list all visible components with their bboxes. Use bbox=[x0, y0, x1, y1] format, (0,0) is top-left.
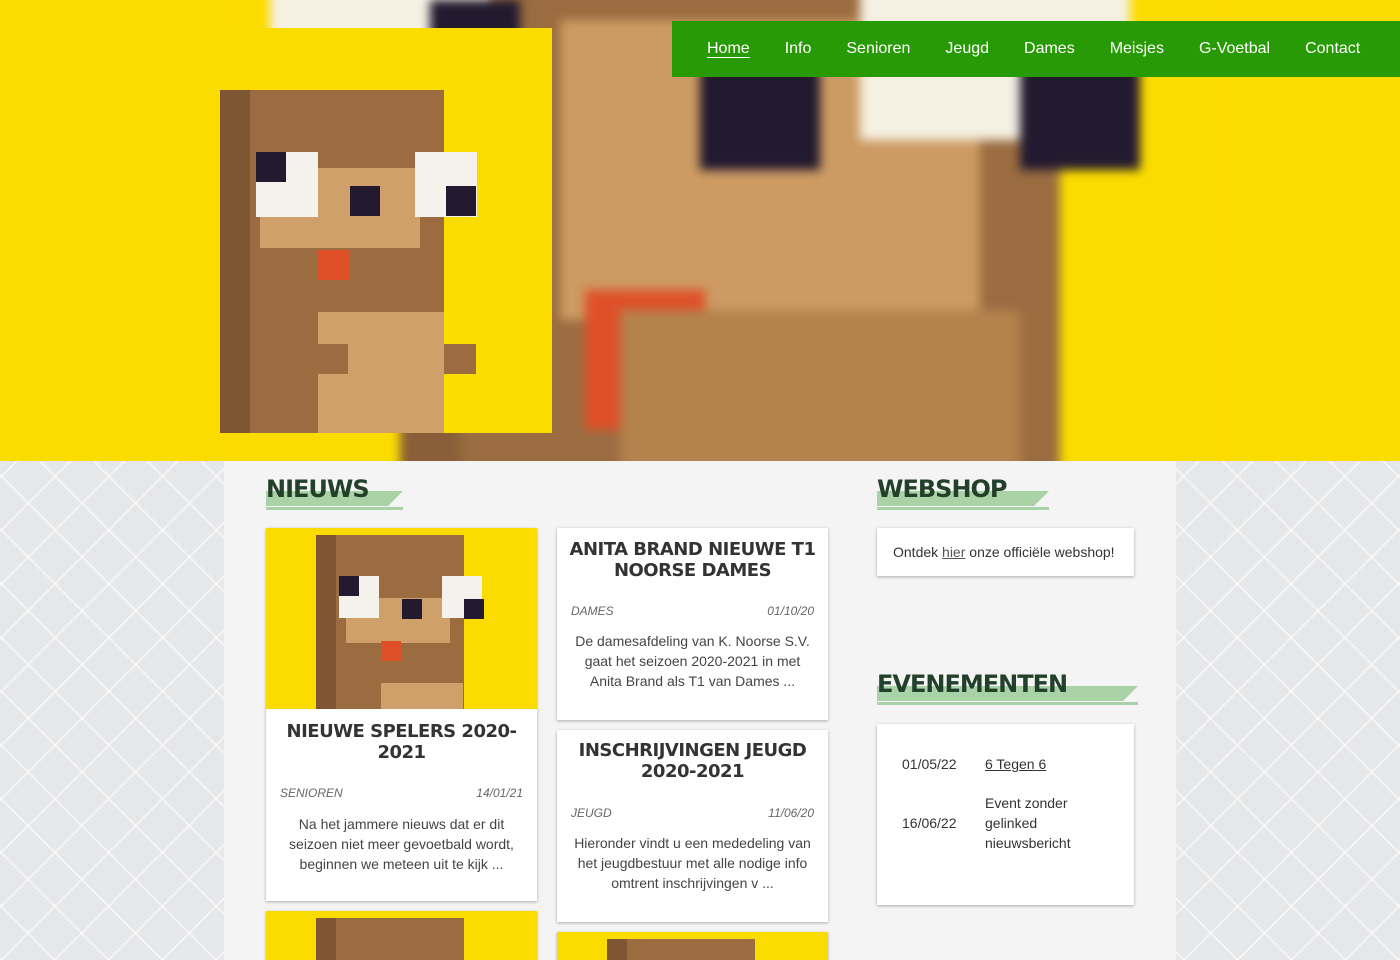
nav-item-dames[interactable]: Dames bbox=[1024, 40, 1075, 58]
nav-item-contact[interactable]: Contact bbox=[1305, 40, 1360, 58]
nav-item-g-voetbal[interactable]: G-Voetbal bbox=[1199, 40, 1270, 58]
webshop-section-title: WEBSHOP bbox=[877, 474, 1049, 510]
main-content: NIEUWS NIEUWE SPELERS 2020-2021 SENIOREN… bbox=[224, 461, 1176, 960]
news-card-date: 01/10/20 bbox=[767, 604, 814, 618]
news-card-category[interactable]: DAMES bbox=[571, 604, 614, 618]
nav-item-senioren[interactable]: Senioren bbox=[846, 40, 910, 58]
news-card-title[interactable]: ANITA BRAND NIEUWE T1 NOORSE DAMES bbox=[557, 539, 828, 581]
news-card-category[interactable]: JEUGD bbox=[571, 806, 612, 820]
news-card-image bbox=[266, 528, 537, 709]
mascot-thumbnail-icon bbox=[316, 535, 484, 709]
nav-item-home[interactable]: Home bbox=[707, 40, 750, 58]
webshop-card: Ontdek hier onze officiële webshop! bbox=[877, 528, 1134, 576]
news-card-title[interactable]: NIEUWE SPELERS 2020-2021 bbox=[266, 721, 537, 763]
news-card-meta: JEUGD 11/06/20 bbox=[557, 806, 828, 820]
webshop-text: Ontdek hier onze officiële webshop! bbox=[893, 544, 1115, 560]
event-name: Event zonder gelinked nieuwsbericht bbox=[985, 795, 1071, 851]
webshop-link[interactable]: hier bbox=[942, 544, 965, 560]
news-card-meta: SENIOREN 14/01/21 bbox=[266, 786, 537, 800]
mascot-logo-icon bbox=[220, 90, 477, 433]
news-card-image bbox=[557, 932, 828, 960]
news-card[interactable] bbox=[266, 911, 537, 960]
event-date: 01/05/22 bbox=[902, 756, 957, 772]
news-card-excerpt: Hieronder vindt u een mededeling van het… bbox=[574, 835, 811, 891]
news-card-image bbox=[266, 911, 537, 960]
main-navigation: Home Info Senioren Jeugd Dames Meisjes G… bbox=[672, 21, 1400, 77]
mascot-thumbnail-icon bbox=[316, 918, 464, 960]
event-date: 16/06/22 bbox=[902, 815, 957, 831]
events-section-title: EVENEMENTEN bbox=[877, 669, 1138, 705]
hero-banner: Home Info Senioren Jeugd Dames Meisjes G… bbox=[0, 0, 1400, 461]
news-card-excerpt: Na het jammere nieuws dat er dit seizoen… bbox=[289, 816, 514, 872]
news-section-title: NIEUWS bbox=[266, 474, 403, 510]
events-card: 01/05/22 6 Tegen 6 16/06/22 Event zonder… bbox=[877, 724, 1134, 905]
news-card[interactable] bbox=[557, 932, 828, 960]
news-card[interactable]: INSCHRIJVINGEN JEUGD 2020-2021 JEUGD 11/… bbox=[557, 730, 828, 922]
news-card[interactable]: NIEUWE SPELERS 2020-2021 SENIOREN 14/01/… bbox=[266, 528, 537, 901]
club-logo[interactable] bbox=[0, 28, 552, 433]
news-card-date: 14/01/21 bbox=[476, 786, 523, 800]
nav-item-info[interactable]: Info bbox=[785, 40, 812, 58]
news-card-title[interactable]: INSCHRIJVINGEN JEUGD 2020-2021 bbox=[557, 740, 828, 782]
event-link[interactable]: 6 Tegen 6 bbox=[985, 754, 1095, 774]
news-card-date: 11/06/20 bbox=[768, 806, 814, 820]
news-card-excerpt: De damesafdeling van K. Noorse S.V. gaat… bbox=[575, 633, 810, 689]
event-row: 16/06/22 Event zonder gelinked nieuwsber… bbox=[902, 793, 1095, 853]
news-card[interactable]: ANITA BRAND NIEUWE T1 NOORSE DAMES DAMES… bbox=[557, 528, 828, 720]
event-row: 01/05/22 6 Tegen 6 bbox=[902, 754, 1095, 774]
news-card-meta: DAMES 01/10/20 bbox=[557, 604, 828, 618]
nav-item-meisjes[interactable]: Meisjes bbox=[1110, 40, 1164, 58]
nav-item-jeugd[interactable]: Jeugd bbox=[945, 40, 989, 58]
news-card-category[interactable]: SENIOREN bbox=[280, 786, 343, 800]
mascot-thumbnail-icon bbox=[607, 939, 755, 960]
